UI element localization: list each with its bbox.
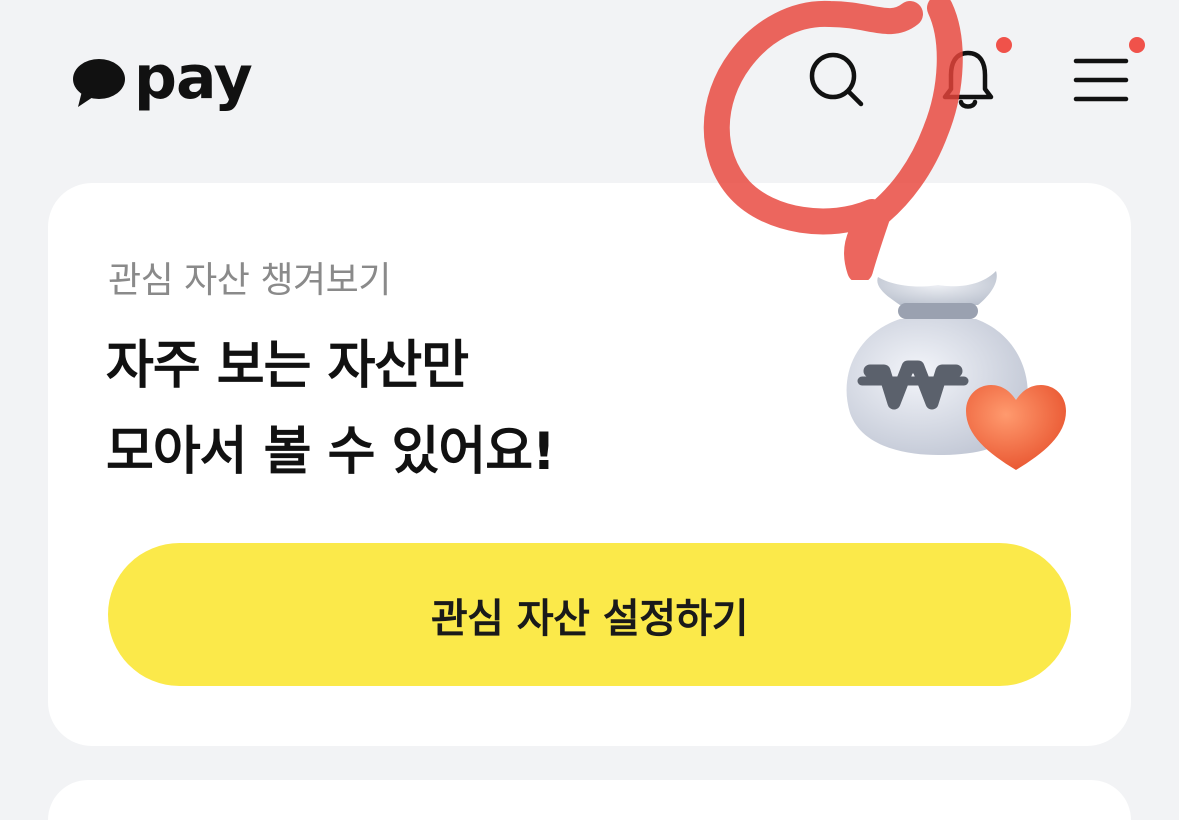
- menu-button[interactable]: [1061, 37, 1145, 120]
- logo-text: pay: [134, 43, 253, 113]
- money-bag-illustration: [838, 263, 1068, 473]
- card-subtitle: 관심 자산 챙겨보기: [108, 260, 391, 301]
- bell-icon: [942, 50, 994, 109]
- card-title-line-1: 자주 보는 자산만: [106, 336, 469, 396]
- kakaopay-logo[interactable]: pay: [70, 42, 253, 122]
- search-icon: [809, 52, 864, 107]
- notification-badge: [996, 37, 1012, 53]
- speech-bubble-icon: [70, 53, 128, 111]
- search-button[interactable]: [797, 40, 877, 120]
- hamburger-menu-icon: [1073, 58, 1129, 102]
- money-bag-heart-icon: [846, 271, 1066, 470]
- menu-badge: [1129, 37, 1145, 53]
- card-title: 자주 보는 자산만 모아서 볼 수 있어요!: [106, 323, 556, 495]
- set-interest-assets-button[interactable]: 관심 자산 설정하기: [108, 543, 1071, 686]
- card-title-line-2: 모아서 볼 수 있어요!: [106, 422, 556, 482]
- interest-assets-card: 관심 자산 챙겨보기 자주 보는 자산만 모아서 볼 수 있어요! 관심 자산 …: [48, 183, 1131, 746]
- next-card-edge: [48, 780, 1131, 820]
- notification-button[interactable]: [928, 37, 1012, 120]
- top-header: pay: [0, 0, 1179, 170]
